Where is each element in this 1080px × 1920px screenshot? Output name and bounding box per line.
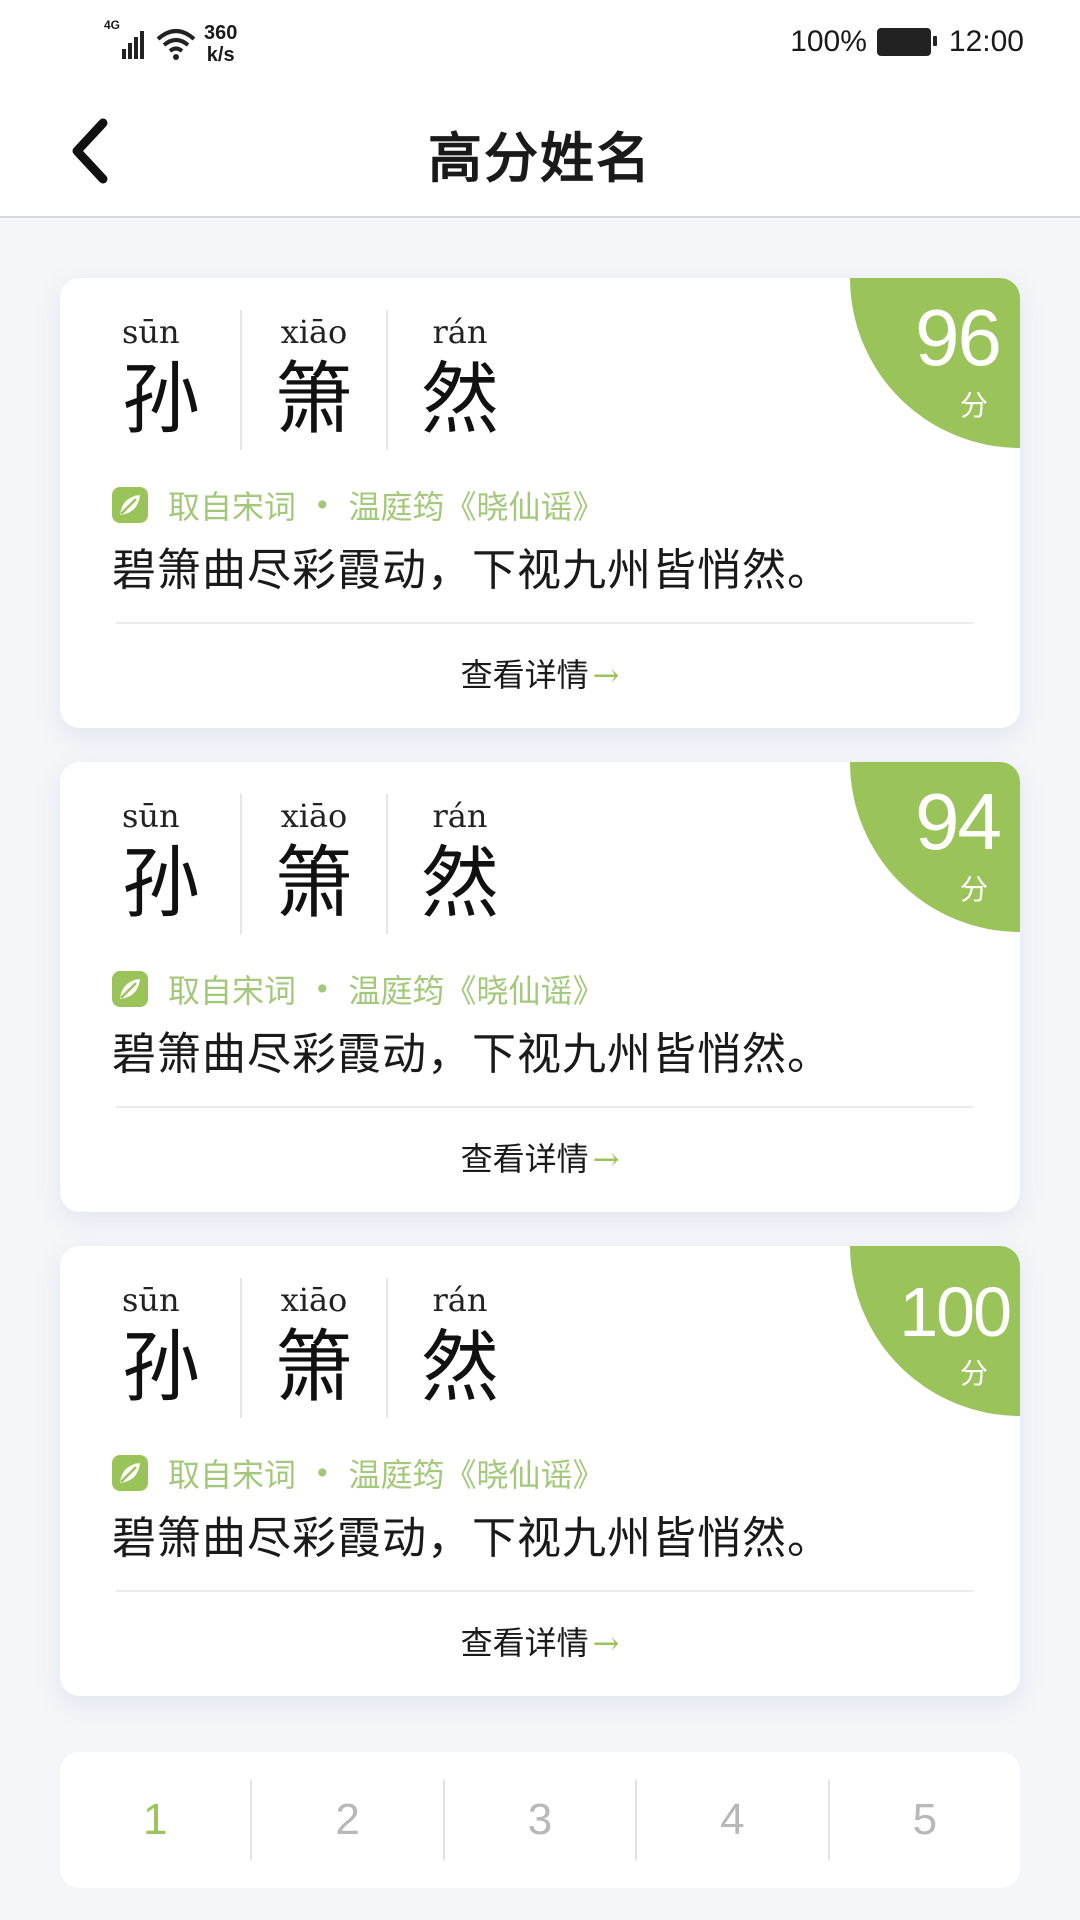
name-chars: sūn 孙 xiāo 箫 rán 然 [108, 310, 532, 450]
name-chars: sūn 孙 xiāo 箫 rán 然 [108, 794, 532, 934]
arrow-right-icon: → [592, 1140, 620, 1178]
score-badge: 96 分 [850, 278, 1020, 448]
verse-text: 碧箫曲尽彩霞动，下视九州皆悄然。 [112, 545, 832, 596]
source-work: 温庭筠《晓仙谣》 [348, 972, 605, 1010]
clock: 12:00 [948, 25, 1024, 58]
page-button-1[interactable]: 1 [60, 1780, 250, 1860]
source-work: 温庭筠《晓仙谣》 [348, 1456, 605, 1494]
wifi-icon [156, 29, 196, 60]
source-label: 取自宋词 [168, 488, 297, 526]
divider [116, 1590, 974, 1592]
pinyin: sūn [122, 797, 180, 835]
battery-percent: 100% [790, 25, 867, 58]
source-work: 温庭筠《晓仙谣》 [348, 488, 605, 526]
hanzi: 然 [420, 355, 499, 445]
divider [116, 1106, 974, 1108]
char-column: sūn 孙 [108, 310, 240, 450]
name-card[interactable]: sūn 孙 xiāo 箫 rán 然 94 分 取自宋词 • 温庭筠《晓仙谣》 … [60, 762, 1020, 1212]
page-button-2[interactable]: 2 [250, 1780, 442, 1860]
name-chars: sūn 孙 xiāo 箫 rán 然 [108, 1278, 532, 1418]
separator-dot: • [314, 1456, 331, 1490]
pinyin: rán [432, 313, 488, 351]
leaf-icon [112, 1455, 148, 1491]
char-column: xiāo 箫 [240, 310, 386, 450]
arrow-right-icon: → [592, 656, 620, 694]
leaf-icon [112, 971, 148, 1007]
score-unit: 分 [959, 873, 988, 906]
arrow-right-icon: → [592, 1624, 620, 1662]
pagination: 1 2 3 4 5 [60, 1752, 1020, 1888]
leaf-icon [112, 487, 148, 523]
source-label: 取自宋词 [168, 972, 297, 1010]
pinyin: sūn [122, 313, 180, 351]
battery-icon [876, 28, 937, 56]
status-bar: 4G 360 k/s 100% 12:00 [0, 0, 1080, 88]
hanzi: 箫 [274, 355, 353, 445]
status-bar-right: 100% 12:00 [790, 20, 1024, 64]
source-row: 取自宋词 • 温庭筠《晓仙谣》 [110, 1450, 605, 1496]
separator-dot: • [314, 488, 331, 522]
char-column: sūn 孙 [108, 1278, 240, 1418]
score-value: 96 [915, 293, 1002, 382]
hanzi: 箫 [274, 839, 353, 929]
page-button-3[interactable]: 3 [442, 1780, 635, 1860]
hanzi: 箫 [274, 1323, 353, 1413]
pinyin: xiāo [280, 1281, 348, 1319]
view-details-link[interactable]: 查看详情 → [60, 650, 1020, 696]
char-column: xiāo 箫 [240, 1278, 386, 1418]
divider [116, 622, 974, 624]
char-column: rán 然 [386, 794, 532, 934]
view-details-label: 查看详情 [460, 656, 589, 694]
separator-dot: • [314, 972, 331, 1006]
status-bar-left: 4G 360 k/s [104, 12, 237, 76]
signal-icon [122, 29, 146, 59]
pinyin: xiāo [280, 313, 348, 351]
view-details-link[interactable]: 查看详情 → [60, 1618, 1020, 1664]
score-badge: 94 分 [850, 762, 1020, 932]
network-speed: 360 k/s [204, 22, 237, 66]
verse-text: 碧箫曲尽彩霞动，下视九州皆悄然。 [112, 1029, 832, 1080]
view-details-label: 查看详情 [460, 1624, 589, 1662]
source-label: 取自宋词 [168, 1456, 297, 1494]
char-column: rán 然 [386, 310, 532, 450]
score-badge: 100 分 [850, 1246, 1020, 1416]
name-list: sūn 孙 xiāo 箫 rán 然 96 分 取自宋词 • 温庭筠《晓仙谣》 … [60, 278, 1020, 1730]
page-title: 高分姓名 [428, 127, 652, 190]
source-row: 取自宋词 • 温庭筠《晓仙谣》 [110, 482, 605, 528]
score-unit: 分 [959, 1357, 988, 1390]
name-card[interactable]: sūn 孙 xiāo 箫 rán 然 96 分 取自宋词 • 温庭筠《晓仙谣》 … [60, 278, 1020, 728]
view-details-link[interactable]: 查看详情 → [60, 1134, 1020, 1180]
page-button-5[interactable]: 5 [827, 1780, 1020, 1860]
score-value: 100 [899, 1273, 1012, 1351]
speed-unit: k/s [206, 44, 235, 66]
char-column: sūn 孙 [108, 794, 240, 934]
pinyin: rán [432, 1281, 488, 1319]
view-details-label: 查看详情 [460, 1140, 589, 1178]
source-row: 取自宋词 • 温庭筠《晓仙谣》 [110, 966, 605, 1012]
verse-text: 碧箫曲尽彩霞动，下视九州皆悄然。 [112, 1513, 832, 1564]
hanzi: 然 [420, 839, 499, 929]
pinyin: rán [432, 797, 488, 835]
hanzi: 孙 [122, 839, 201, 929]
hanzi: 孙 [122, 355, 201, 445]
pinyin: xiāo [280, 797, 348, 835]
score-unit: 分 [959, 389, 988, 422]
pinyin: sūn [122, 1281, 180, 1319]
hanzi: 然 [420, 1323, 499, 1413]
app-header: 高分姓名 [0, 88, 1080, 218]
char-column: xiāo 箫 [240, 794, 386, 934]
char-column: rán 然 [386, 1278, 532, 1418]
network-type: 4G [104, 18, 121, 32]
page-button-4[interactable]: 4 [635, 1780, 827, 1860]
speed-value: 360 [204, 22, 238, 44]
score-value: 94 [915, 777, 1002, 866]
name-card[interactable]: sūn 孙 xiāo 箫 rán 然 100 分 取自宋词 • 温庭筠《晓仙谣》… [60, 1246, 1020, 1696]
hanzi: 孙 [122, 1323, 201, 1413]
